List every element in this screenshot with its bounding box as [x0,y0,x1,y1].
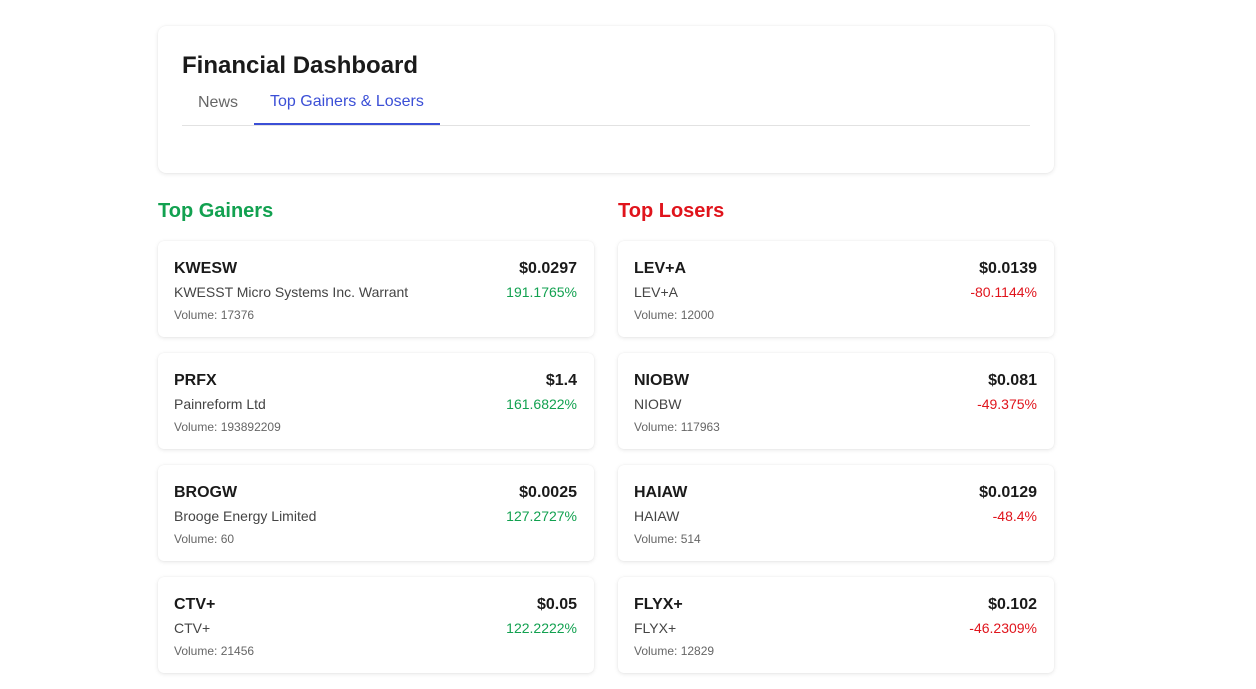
percent-change: -46.2309% [969,620,1037,636]
trade-volume: Volume: 12000 [634,308,715,322]
loser-card[interactable]: LEV+A $0.0139 LEV+A -80.1144% Volume: 12… [618,241,1054,337]
company-name: Painreform Ltd [174,396,266,412]
dashboard-header-card: Financial Dashboard News Top Gainers & L… [158,26,1054,173]
ticker-symbol: LEV+A [634,260,687,277]
company-name: KWESST Micro Systems Inc. Warrant [174,284,409,300]
gainers-list: KWESW $0.0297 KWESST Micro Systems Inc. … [158,241,594,673]
trade-volume: Volume: 60 [174,532,235,546]
trade-volume: Volume: 117963 [634,420,720,434]
company-name: HAIAW [634,508,680,524]
stock-price: $0.081 [988,372,1037,389]
gainer-card[interactable]: PRFX $1.4 Painreform Ltd 161.6822% Volum… [158,353,594,449]
trade-volume: Volume: 21456 [174,644,255,658]
top-losers-section: Top Losers LEV+A $0.0139 LEV+A -80.1144%… [618,198,1054,689]
company-name: CTV+ [174,620,211,636]
company-name: LEV+A [634,284,678,300]
trade-volume: Volume: 12829 [634,644,715,658]
stock-price: $1.4 [545,372,577,389]
trade-volume: Volume: 193892209 [174,420,281,434]
ticker-symbol: NIOBW [634,372,690,389]
percent-change: -49.375% [977,396,1037,412]
stock-price: $0.05 [536,596,577,613]
stock-price: $0.0025 [519,484,577,501]
company-name: FLYX+ [634,620,677,636]
loser-card[interactable]: NIOBW $0.081 NIOBW -49.375% Volume: 1179… [618,353,1054,449]
ticker-symbol: CTV+ [174,596,216,613]
percent-change: -48.4% [992,508,1037,524]
ticker-symbol: FLYX+ [634,596,683,613]
stock-price: $0.0129 [979,484,1037,501]
trade-volume: Volume: 514 [634,532,701,546]
gainer-card[interactable]: CTV+ $0.05 CTV+ 122.2222% Volume: 21456 [158,577,594,673]
ticker-symbol: PRFX [174,372,217,389]
loser-card[interactable]: FLYX+ $0.102 FLYX+ -46.2309% Volume: 128… [618,577,1054,673]
percent-change: -80.1144% [970,284,1037,300]
percent-change: 127.2727% [506,508,577,524]
company-name: NIOBW [634,396,682,412]
ticker-symbol: HAIAW [634,484,688,501]
tab-news[interactable]: News [182,88,254,124]
loser-card[interactable]: HAIAW $0.0129 HAIAW -48.4% Volume: 514 [618,465,1054,561]
stock-price: $0.102 [988,596,1037,613]
tab-top-gainers-losers[interactable]: Top Gainers & Losers [254,88,440,125]
company-name: Brooge Energy Limited [174,508,317,524]
stock-price: $0.0297 [519,260,577,277]
percent-change: 191.1765% [506,284,577,300]
page-title: Financial Dashboard [182,52,419,79]
trade-volume: Volume: 17376 [174,308,255,322]
ticker-symbol: KWESW [174,260,238,277]
tab-bar: News Top Gainers & Losers [182,88,1030,126]
percent-change: 122.2222% [506,620,577,636]
top-losers-heading: Top Losers [618,200,725,222]
gainer-card[interactable]: KWESW $0.0297 KWESST Micro Systems Inc. … [158,241,594,337]
stock-price: $0.0139 [979,260,1037,277]
losers-list: LEV+A $0.0139 LEV+A -80.1144% Volume: 12… [618,241,1054,673]
top-gainers-heading: Top Gainers [158,200,274,222]
percent-change: 161.6822% [506,396,577,412]
gainer-card[interactable]: BROGW $0.0025 Brooge Energy Limited 127.… [158,465,594,561]
top-gainers-section: Top Gainers KWESW $0.0297 KWESST Micro S… [158,198,594,689]
ticker-symbol: BROGW [174,484,238,501]
